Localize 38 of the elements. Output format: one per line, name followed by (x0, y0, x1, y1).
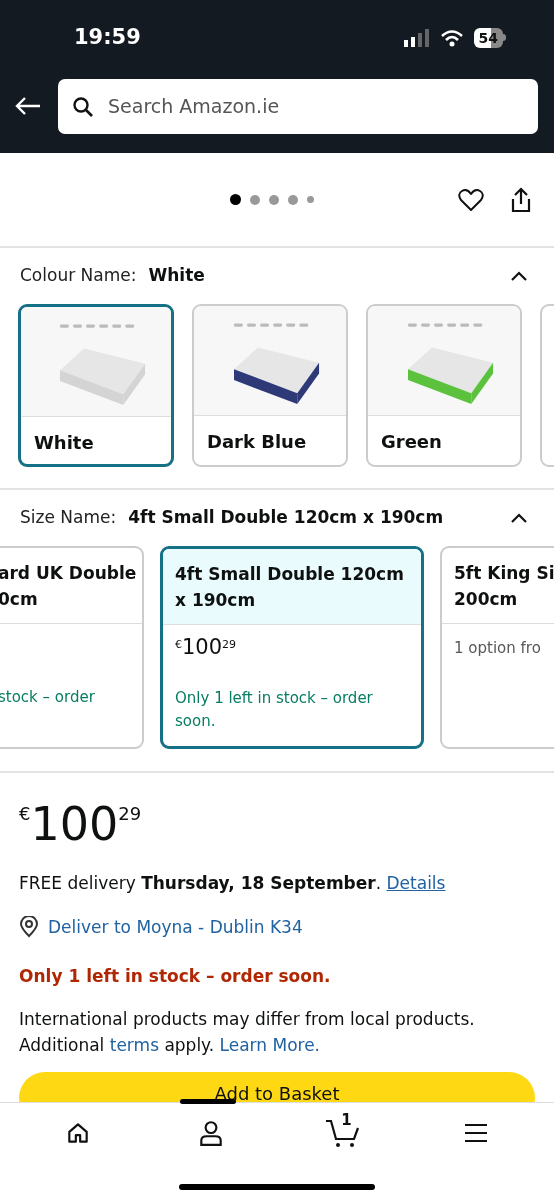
deliver-to-link[interactable]: Deliver to Moyna - Dublin K34 (48, 914, 303, 940)
size-option-stock: Only 1 left in stock – order soon. (175, 688, 374, 732)
back-arrow-icon[interactable] (14, 96, 42, 116)
colour-option-label: Green (380, 430, 443, 454)
size-option-title: 200cm (454, 588, 519, 611)
colour-option[interactable]: Green (366, 304, 522, 467)
collapse-chevron-icon[interactable] (510, 270, 528, 282)
colour-label: Colour Name: (20, 264, 137, 288)
delivery-text: FREE delivery Thursday, 18 September. Details (19, 872, 447, 895)
colour-value: White (148, 264, 205, 288)
learn-more-link[interactable]: Learn More. (219, 1034, 321, 1055)
terms-link[interactable]: terms (109, 1034, 159, 1055)
menu-icon[interactable] (462, 1121, 489, 1144)
stock-warning: Only 1 left in stock – order soon. (19, 965, 332, 988)
colour-option-label: White (33, 431, 95, 455)
status-time: 19:59 (74, 23, 141, 51)
size-option-title: 4ft Small Double 120cm (175, 563, 405, 586)
size-option-title: x 190cm (175, 589, 257, 612)
search-icon (72, 95, 94, 118)
colour-option[interactable]: Dark Blue (192, 304, 348, 467)
size-option-title: 5ft King Si (454, 562, 554, 585)
location-pin-icon (19, 916, 39, 939)
size-option[interactable]: 5ft King Si 200cm 1 option fro (440, 546, 554, 749)
battery-indicator: 54 (473, 27, 506, 48)
colour-option[interactable]: White (18, 304, 174, 467)
size-label: Size Name: (20, 506, 117, 530)
colour-option-label: Dark Blue (206, 430, 308, 454)
share-icon[interactable] (510, 186, 532, 213)
search-field[interactable]: Search Amazon.ie (58, 78, 538, 134)
signal-icon (403, 28, 430, 47)
account-icon[interactable] (197, 1118, 224, 1147)
international-notice: International products may differ from local products. Additional terms apply. Learn More. (19, 1007, 476, 1057)
details-link[interactable]: Details (386, 873, 446, 893)
collapse-chevron-icon[interactable] (510, 512, 528, 524)
size-value: 4ft Small Double 120cm x 190cm (128, 506, 444, 530)
wifi-icon (439, 28, 464, 47)
heart-icon[interactable] (458, 187, 484, 212)
size-option-note: 1 option fro (454, 639, 541, 657)
